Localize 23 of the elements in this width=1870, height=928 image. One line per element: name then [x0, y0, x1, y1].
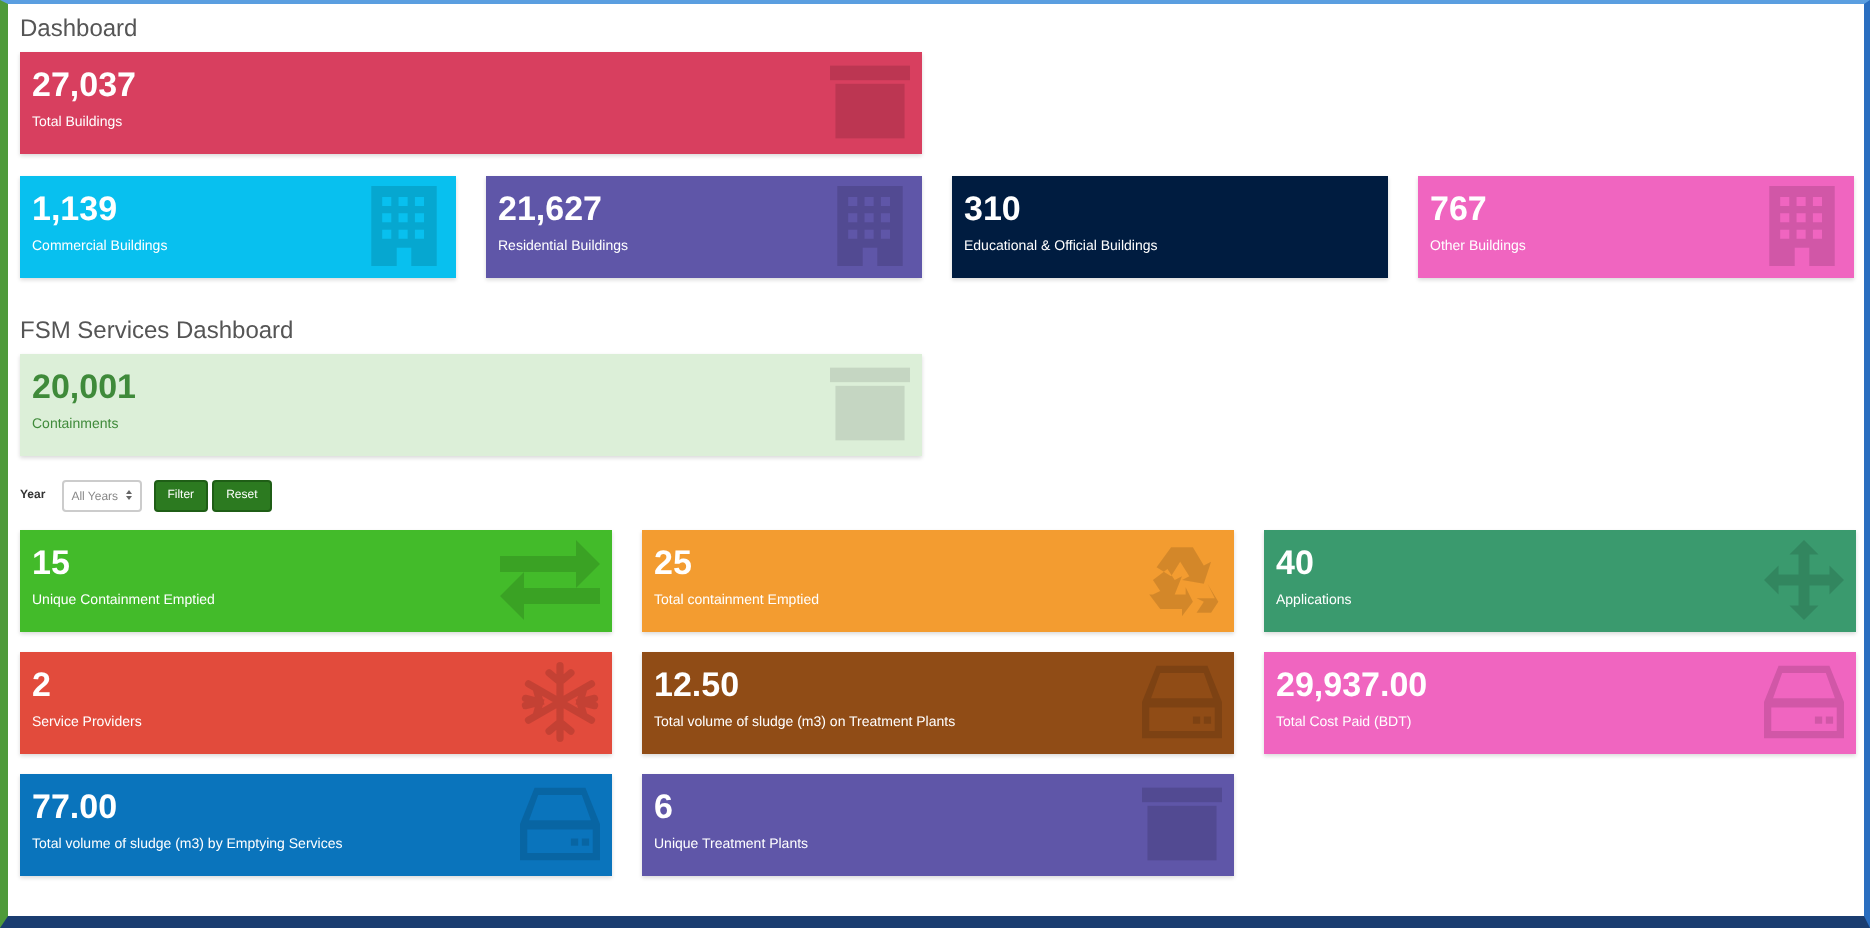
- stat-value: 15: [32, 546, 72, 582]
- stat-value: 2: [32, 668, 53, 704]
- exchange-arrows-icon: [500, 540, 600, 620]
- stat-value: 29,937.00: [1276, 668, 1428, 704]
- stat-value: 27,037: [32, 68, 136, 104]
- stat-value: 25: [654, 546, 694, 582]
- stat-value: 12.50: [654, 668, 742, 704]
- stat-value: 77.00: [32, 790, 120, 826]
- stat-value: 767: [1430, 192, 1489, 228]
- section-title: Dashboard: [20, 12, 140, 46]
- stat-value: 40: [1276, 546, 1316, 582]
- select-arrows-icon: [125, 489, 132, 499]
- hard-drive-icon: [1764, 662, 1844, 742]
- stat-value: 310: [964, 192, 1023, 228]
- section-title: FSM Services Dashboard: [20, 314, 296, 348]
- stat-value: 6: [654, 790, 675, 826]
- stat-value: 20,001: [32, 370, 136, 406]
- stat-value: 1,139: [32, 192, 120, 228]
- archive-box-icon: [830, 364, 910, 444]
- stat-value: 21,627: [498, 192, 604, 228]
- hard-drive-icon: [520, 784, 600, 864]
- snowflake-icon: [520, 662, 600, 742]
- archive-box-icon: [830, 62, 910, 142]
